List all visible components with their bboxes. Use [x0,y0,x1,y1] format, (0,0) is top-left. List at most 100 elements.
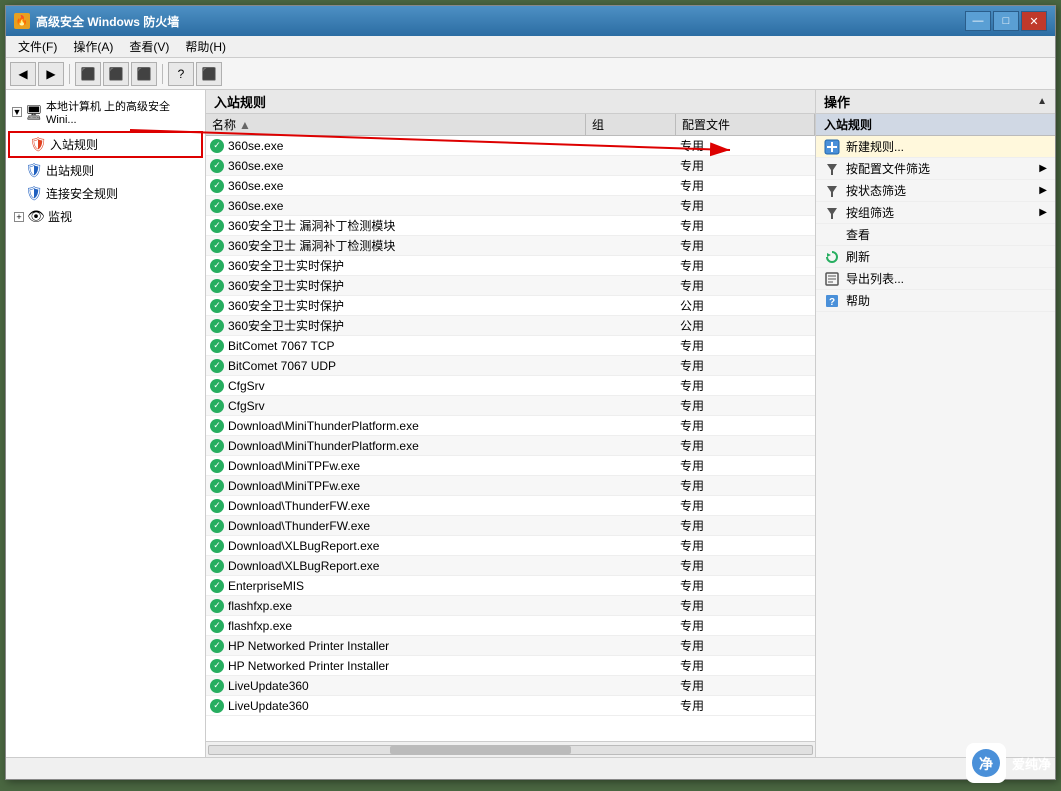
col-name[interactable]: 名称 ▲ [206,114,586,135]
table-body[interactable]: ✓360se.exe专用✓360se.exe专用✓360se.exe专用✓360… [206,136,815,741]
menu-help[interactable]: 帮助(H) [177,36,234,57]
outbound-icon: 🛡 [26,163,42,179]
tree-expand-icon[interactable]: ▼ [12,107,22,117]
close-button[interactable]: ✕ [1021,11,1047,31]
status-icon: ✓ [210,139,224,153]
table-row[interactable]: ✓BitComet 7067 UDP专用 [206,356,815,376]
table-row[interactable]: ✓Download\MiniThunderPlatform.exe专用 [206,436,815,456]
collapse-arrow[interactable]: ▲ [1037,96,1047,107]
cell-group [586,636,676,655]
table-row[interactable]: ✓BitComet 7067 TCP专用 [206,336,815,356]
toolbar-btn-2[interactable]: ⬛ [103,62,129,86]
toolbar-back[interactable]: ◀ [10,62,36,86]
table-row[interactable]: ✓Download\XLBugReport.exe专用 [206,556,815,576]
toolbar-btn-3[interactable]: ⬛ [131,62,157,86]
table-row[interactable]: ✓360安全卫士 漏洞补丁检测模块专用 [206,236,815,256]
tree-item-outbound[interactable]: 🛡 出站规则 [6,159,205,182]
table-row[interactable]: ✓360安全卫士实时保护公用 [206,316,815,336]
table-row[interactable]: ✓CfgSrv 专用 [206,396,815,416]
table-row[interactable]: ✓Download\ThunderFW.exe专用 [206,496,815,516]
tree-item-monitor-label: 监视 [48,208,72,225]
table-row[interactable]: ✓flashfxp.exe专用 [206,596,815,616]
action-new-rule-label: 新建规则... [846,138,904,155]
tree-item-inbound[interactable]: 🛡 入站规则 [8,131,203,158]
monitor-expand[interactable]: + [14,212,24,222]
toolbar-btn-4[interactable]: ⬛ [196,62,222,86]
col-group[interactable]: 组 [586,114,676,135]
toolbar-forward[interactable]: ▶ [38,62,64,86]
tree-root[interactable]: ▼ 🖥 本地计算机 上的高级安全 Wini... [6,94,205,130]
toolbar-btn-1[interactable]: ⬛ [75,62,101,86]
cell-group [586,316,676,335]
scrollbar-track[interactable] [208,745,813,755]
tree-panel: ▼ 🖥 本地计算机 上的高级安全 Wini... 🛡 入站规则 🛡 出站规则 🛡… [6,90,206,757]
cell-name: ✓CfgSrv [206,396,586,415]
submenu-arrow-2: ▶ [1039,185,1047,196]
table-row[interactable]: ✓LiveUpdate360专用 [206,696,815,716]
cell-profile: 专用 [676,676,815,695]
action-refresh[interactable]: 刷新 [816,246,1055,268]
tree-item-connection-label: 连接安全规则 [46,185,118,202]
tree-item-connection[interactable]: 🛡 连接安全规则 [6,182,205,205]
cell-name: ✓HP Networked Printer Installer [206,656,586,675]
status-icon: ✓ [210,199,224,213]
toolbar-help[interactable]: ? [168,62,194,86]
menu-view[interactable]: 查看(V) [121,36,177,57]
table-row[interactable]: ✓HP Networked Printer Installer专用 [206,656,815,676]
table-row[interactable]: ✓360se.exe专用 [206,196,815,216]
table-row[interactable]: ✓360se.exe专用 [206,156,815,176]
table-row[interactable]: ✓Download\XLBugReport.exe专用 [206,536,815,556]
cell-name: ✓360安全卫士实时保护 [206,296,586,315]
table-row[interactable]: ✓Download\ThunderFW.exe专用 [206,516,815,536]
action-help[interactable]: ? 帮助 [816,290,1055,312]
action-filter-profile[interactable]: 按配置文件筛选 ▶ [816,158,1055,180]
action-filter-profile-label: 按配置文件筛选 [846,160,930,177]
action-new-rule[interactable]: 新建规则... [816,136,1055,158]
action-export[interactable]: 导出列表... [816,268,1055,290]
col-profile[interactable]: 配置文件 [676,114,815,135]
table-row[interactable]: ✓360安全卫士 漏洞补丁检测模块专用 [206,216,815,236]
action-filter-group[interactable]: 按组筛选 ▶ [816,202,1055,224]
filter-profile-icon [824,161,840,177]
table-row[interactable]: ✓360安全卫士实时保护公用 [206,296,815,316]
table-row[interactable]: ✓CfgSrv专用 [206,376,815,396]
cell-profile: 专用 [676,396,815,415]
minimize-button[interactable]: — [965,11,991,31]
table-row[interactable]: ✓Download\MiniTPFw.exe专用 [206,456,815,476]
cell-profile: 专用 [676,576,815,595]
table-row[interactable]: ✓Download\MiniTPFw.exe专用 [206,476,815,496]
table-row[interactable]: ✓360se.exe专用 [206,136,815,156]
watermark-text: 爱纯净 [1012,754,1051,773]
cell-name: ✓HP Networked Printer Installer [206,636,586,655]
menu-file[interactable]: 文件(F) [10,36,65,57]
action-filter-status[interactable]: 按状态筛选 ▶ [816,180,1055,202]
restore-button[interactable]: □ [993,11,1019,31]
right-panel: 操作 ▲ 入站规则 新建规则... [815,90,1055,757]
table-row[interactable]: ✓flashfxp.exe专用 [206,616,815,636]
tree-item-monitor[interactable]: + 👁 监视 [6,205,205,228]
table-row[interactable]: ✓360se.exe专用 [206,176,815,196]
cell-group [586,336,676,355]
status-icon: ✓ [210,359,224,373]
action-view[interactable]: 查看 [816,224,1055,246]
status-icon: ✓ [210,439,224,453]
table-row[interactable]: ✓360安全卫士实时保护专用 [206,256,815,276]
cell-group [586,516,676,535]
table-row[interactable]: ✓HP Networked Printer Installer专用 [206,636,815,656]
table-row[interactable]: ✓EnterpriseMIS专用 [206,576,815,596]
scrollbar-thumb[interactable] [390,746,571,754]
status-icon: ✓ [210,699,224,713]
tree-root-label: 本地计算机 上的高级安全 Wini... [46,98,199,126]
connection-icon: 🛡 [26,186,42,202]
table-row[interactable]: ✓360安全卫士实时保护专用 [206,276,815,296]
cell-group [586,156,676,175]
cell-name: ✓360se.exe [206,176,586,195]
menu-action[interactable]: 操作(A) [65,36,121,57]
cell-group [586,416,676,435]
cell-profile: 专用 [676,536,815,555]
table-row[interactable]: ✓LiveUpdate360专用 [206,676,815,696]
horizontal-scrollbar[interactable] [206,741,815,757]
cell-profile: 专用 [676,476,815,495]
status-icon: ✓ [210,479,224,493]
table-row[interactable]: ✓Download\MiniThunderPlatform.exe专用 [206,416,815,436]
